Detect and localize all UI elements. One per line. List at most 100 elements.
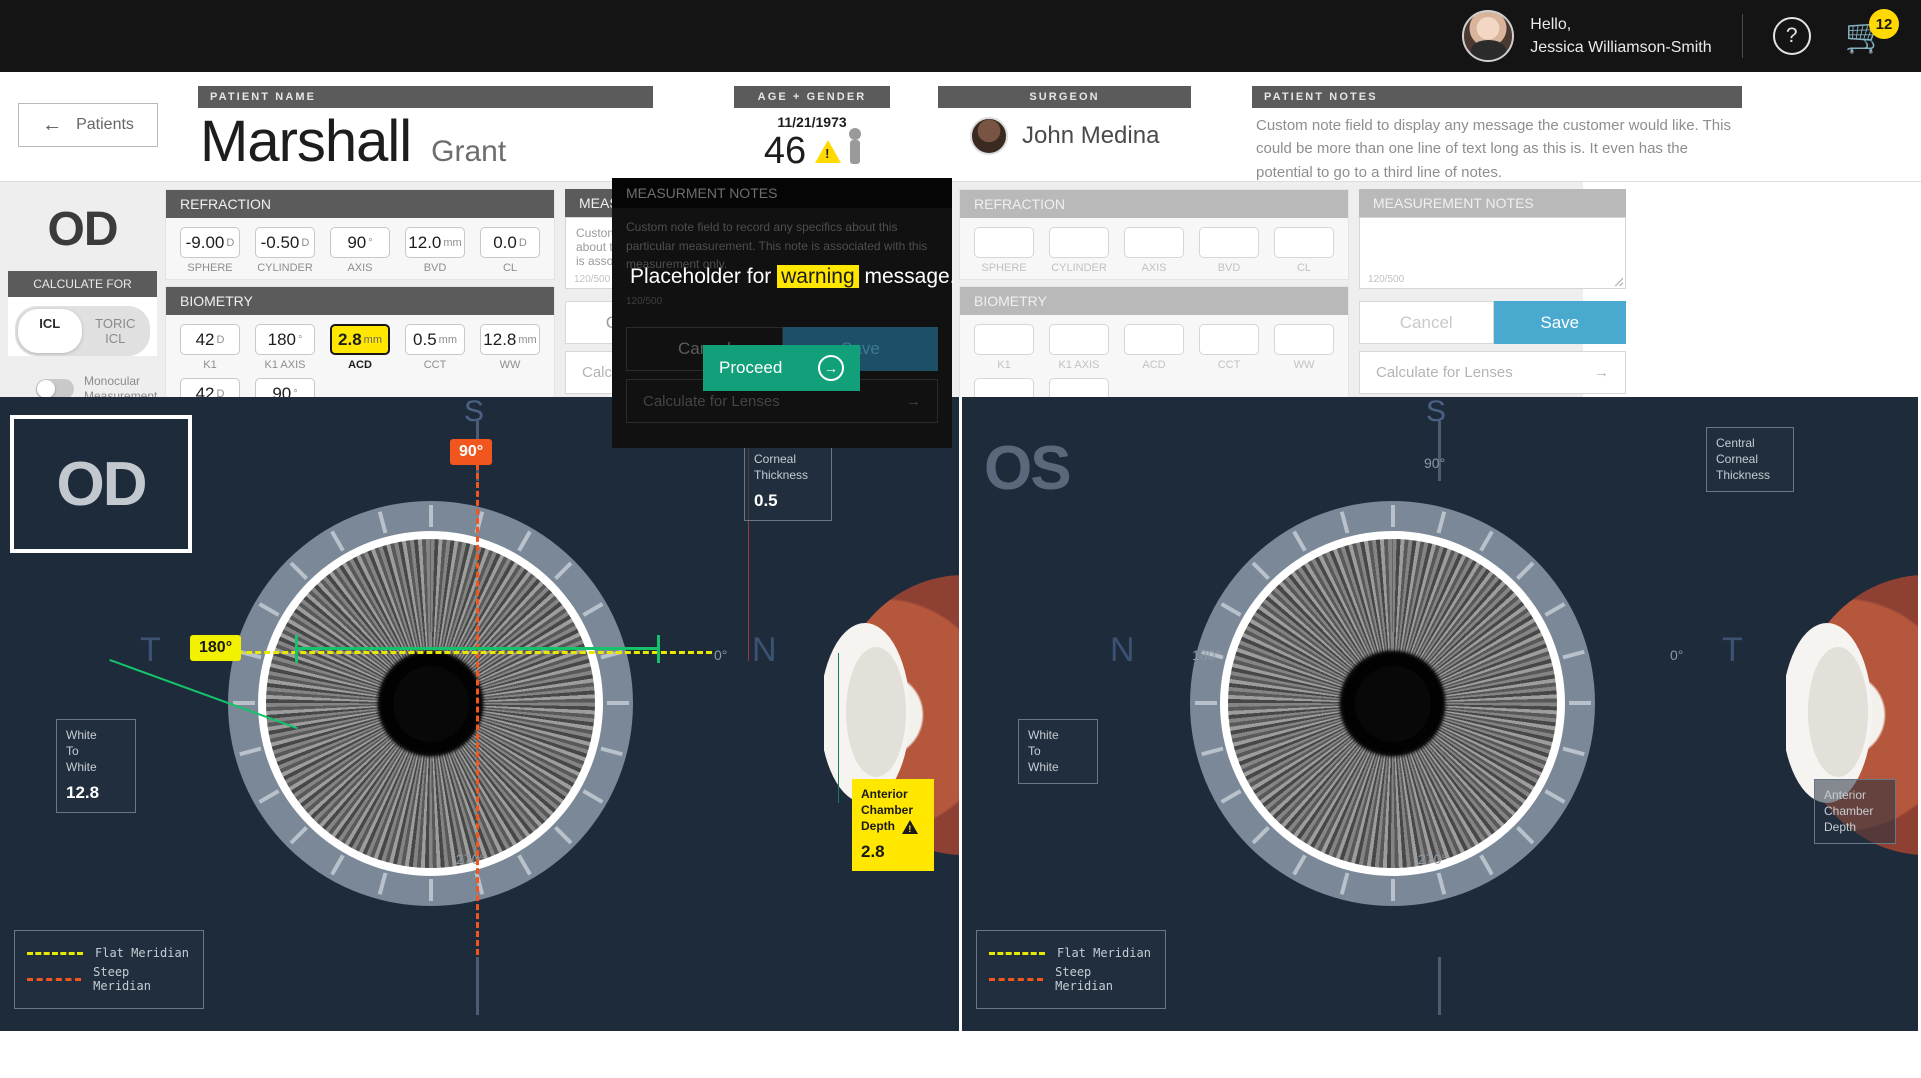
os-measurement-notes-textarea[interactable]: 120/500 [1359, 217, 1626, 289]
od-seg-icl[interactable]: ICL [18, 309, 82, 353]
od-diagram-badge-box: OD [10, 415, 192, 553]
od-eye-graphic [228, 501, 633, 906]
os-measurement-notes: MEASUREMENT NOTES 120/500 Cancel Save Ca… [1359, 182, 1634, 397]
os-field-cylinder[interactable]: CYLINDER [1049, 227, 1109, 274]
flat-meridian-swatch [27, 951, 83, 955]
arrow-right-circle-icon: → [818, 355, 844, 381]
od-eye-badge: OD [47, 203, 119, 256]
user-account-block[interactable]: Hello, Jessica Williamson-Smith [1462, 10, 1712, 62]
od-cct-label: CCT [423, 359, 447, 371]
warning-modal-overlay: MEASURMENT NOTES Custom note field to re… [612, 178, 952, 448]
os-notes-resize-handle[interactable] [1614, 277, 1623, 286]
od-ww-unit: mm [518, 333, 537, 346]
od-lens-type-segmented[interactable]: ICL TORIC ICL [15, 306, 150, 356]
steep-meridian-swatch [989, 977, 1044, 981]
patient-first-name: Grant [431, 135, 507, 168]
divider [1741, 14, 1743, 58]
od-axis-unit: ° [368, 236, 373, 249]
od-k1-unit: D [216, 333, 225, 346]
proceed-button[interactable]: Proceed → [703, 345, 860, 391]
od-wtw-right-cap [657, 635, 660, 663]
od-field-k1[interactable]: 42 D K1 [180, 324, 240, 371]
od-field-sphere[interactable]: -9.00 D SPHERE [180, 227, 240, 274]
od-acd-callout: Anterior Chamber Depth 2.8 [852, 779, 934, 871]
od-field-cylinder[interactable]: -0.50 D CYLINDER [255, 227, 315, 274]
os-save-button[interactable]: Save [1493, 301, 1626, 344]
od-monocular-toggle[interactable] [36, 379, 74, 399]
os-cl-label: CL [1296, 262, 1312, 274]
patient-notes-block: PATIENT NOTES Custom note field to displ… [1252, 86, 1742, 184]
os-field-k1[interactable]: K1 [974, 324, 1034, 371]
os-calculate-for-lenses-button[interactable]: Calculate for Lenses → [1359, 351, 1626, 394]
od-cct-value: 0.5 [413, 329, 437, 349]
od-axis-value: 90 [347, 232, 367, 252]
od-acd-callout-value: 2.8 [861, 841, 885, 861]
os-label-superior: S [1426, 397, 1447, 428]
os-legend: Flat Meridian Steep Meridian [976, 930, 1166, 1009]
od-flat-axis-chip: 180° [190, 635, 242, 661]
os-wtw-callout-title: White To White [1028, 728, 1059, 775]
od-refraction-row: -9.00 D SPHERE -0.50 D CYLINDER 90 ° AXI… [166, 218, 554, 279]
os-field-cct[interactable]: CCT [1199, 324, 1259, 371]
os-cct-label: CCT [1217, 359, 1241, 371]
od-bvd-unit: mm [443, 236, 462, 249]
os-eye-graphic [1190, 501, 1595, 906]
od-field-cl[interactable]: 0.0 D CL [480, 227, 540, 274]
od-cl-value: 0.0 [493, 232, 517, 252]
os-field-bvd[interactable]: BVD [1199, 227, 1259, 274]
od-field-axis[interactable]: 90 ° AXIS [330, 227, 390, 274]
od-bvd-label: BVD [423, 262, 447, 274]
os-wtw-callout: White To White [1018, 719, 1098, 784]
os-field-ww[interactable]: WW [1274, 324, 1334, 371]
od-seg-toric-icl[interactable]: TORIC ICL [84, 309, 148, 353]
male-person-icon [849, 127, 862, 164]
os-field-axis[interactable]: AXIS [1124, 227, 1184, 274]
os-legend-steep-label: Steep Meridian [1055, 965, 1113, 993]
od-steep-axis-chip: 90° [450, 439, 493, 465]
od-diagram: OD S T N 0° 270° 90° 180° Corneal Thickn… [0, 397, 959, 1031]
os-diagram: OS S N T 90° 180° 0° 270° Central Cornea… [959, 397, 1918, 1031]
back-to-patients-button[interactable]: ← Patients [18, 103, 158, 147]
os-cancel-button[interactable]: Cancel [1359, 301, 1494, 344]
os-field-sphere[interactable]: SPHERE [974, 227, 1034, 274]
os-axis-inferior [1438, 957, 1441, 1015]
od-field-k1-axis[interactable]: 180 ° K1 AXIS [255, 324, 315, 371]
eye-data-row: OD CALCULATE FOR ICL TORIC ICL Monocular… [0, 182, 1921, 431]
od-k1-label: K1 [203, 359, 217, 371]
od-wtw-callout: White To White 12.8 [56, 719, 136, 813]
od-sphere-value: -9.00 [185, 232, 225, 252]
os-legend-flat-label: Flat Meridian [1057, 946, 1151, 960]
warning-message: Placeholder for warning message. [630, 265, 956, 289]
od-sphere-unit: D [226, 236, 235, 249]
proceed-label: Proceed [719, 358, 783, 377]
os-field-acd[interactable]: ACD [1124, 324, 1184, 371]
os-biometry-title: BIOMETRY [960, 287, 1348, 315]
cart-count-badge: 12 [1869, 9, 1899, 39]
od-calculate-for-title: CALCULATE FOR [8, 271, 157, 297]
od-acd-box-highlighted[interactable]: 2.8 mm [330, 324, 390, 355]
od-field-acd[interactable]: 2.8 mm ACD [330, 324, 390, 371]
od-wtw-left-cap [295, 635, 298, 663]
od-legend-steep-label: Steep Meridian [93, 965, 151, 993]
os-axis-label: AXIS [1141, 262, 1167, 274]
surgeon-row: John Medina [938, 117, 1191, 155]
od-wtw-measure-line [295, 647, 660, 650]
od-calculate-for-box: CALCULATE FOR ICL TORIC ICL [8, 271, 157, 356]
od-k1-axis-unit: ° [297, 333, 303, 346]
od-acd-unit: mm [363, 333, 382, 346]
modal-notes-text: Custom note field to record any specific… [626, 220, 928, 272]
od-wtw-callout-value: 12.8 [66, 782, 100, 802]
od-field-bvd[interactable]: 12.0 mm BVD [405, 227, 465, 274]
help-icon[interactable]: ? [1772, 17, 1811, 55]
os-field-k1-axis[interactable]: K1 AXIS [1049, 324, 1109, 371]
od-field-cct[interactable]: 0.5 mm CCT [405, 324, 465, 371]
od-flat-meridian-line [192, 651, 712, 654]
patient-name: Marshall Grant [198, 108, 653, 175]
od-refraction-section: REFRACTION -9.00 D SPHERE -0.50 D CYLIND… [165, 189, 555, 280]
od-refraction-title: REFRACTION [166, 190, 554, 218]
os-field-cl[interactable]: CL [1274, 227, 1334, 274]
od-field-ww[interactable]: 12.8 mm WW [480, 324, 540, 371]
od-side-column: OD CALCULATE FOR ICL TORIC ICL Monocular… [0, 182, 165, 403]
cart-button[interactable]: 🛒 12 [1845, 9, 1899, 53]
os-legend-steep-row: Steep Meridian [989, 965, 1153, 993]
